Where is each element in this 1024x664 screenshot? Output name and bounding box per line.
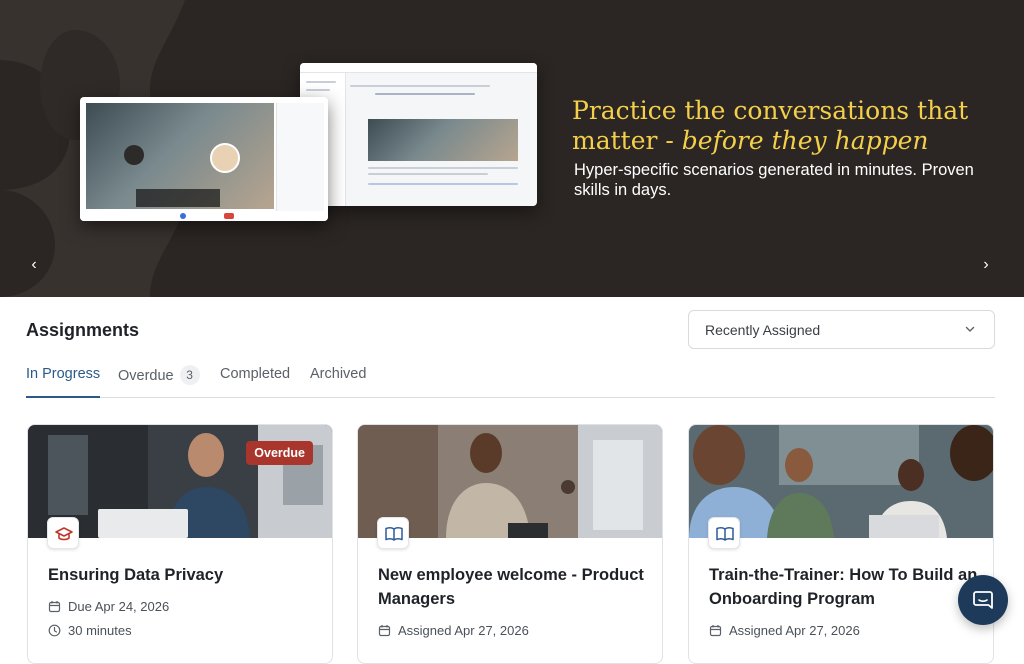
chat-icon [973,591,993,609]
clock-icon [48,624,61,637]
calendar-icon [378,625,391,637]
section-title: Assignments [26,320,140,340]
tab-label: In Progress [26,366,101,382]
chevron-right-icon: › [983,256,989,273]
tab-label: Archived [310,366,367,382]
calendar-icon [709,625,722,637]
overdue-badge: Overdue [246,441,313,465]
assignment-card[interactable]: Train-the-Trainer: How To Build an Onboa… [688,424,994,664]
card-title: Ensuring Data Privacy [48,566,224,584]
book-icon [708,517,740,549]
assignment-tabs: In Progress Overdue 3 Completed Archived [26,364,995,398]
tab-completed[interactable]: Completed [220,366,290,398]
sort-dropdown-value: Recently Assigned [705,322,821,338]
hero-screenshot-editor [300,63,537,206]
hero-headline-emphasis: before they happen [681,126,929,155]
hero-subtitle: Hyper-specific scenarios generated in mi… [574,161,974,199]
card-title: New employee welcome - Product Managers [378,566,644,608]
chevron-down-icon [965,326,975,332]
tab-label: Overdue [118,368,174,384]
tab-label: Completed [220,366,291,382]
carousel-next-button[interactable]: › [977,256,995,274]
chat-button[interactable] [958,575,1008,625]
tab-in-progress[interactable]: In Progress [26,366,101,398]
tab-overdue[interactable]: Overdue 3 [118,365,200,398]
hero-screenshot-video-call [80,97,328,221]
hero-carousel: Practice the conversations that matter -… [0,0,1024,297]
assignment-card[interactable]: New employee welcome - Product Managers … [357,424,663,664]
hero-headline: Practice the conversations that matter -… [572,96,1002,156]
calendar-icon [48,601,61,613]
tab-archived[interactable]: Archived [310,366,366,398]
book-icon [377,517,409,549]
sort-dropdown[interactable]: Recently Assigned [688,310,995,349]
graduation-cap-icon [47,517,79,549]
chevron-left-icon: ‹ [31,256,37,273]
overdue-count-badge: 3 [179,365,200,385]
carousel-prev-button[interactable]: ‹ [25,256,43,274]
assignment-card[interactable]: Overdue Ensuring Data Privacy Due Apr 24… [27,424,333,664]
card-title: Train-the-Trainer: How To Build an Onboa… [709,566,978,608]
